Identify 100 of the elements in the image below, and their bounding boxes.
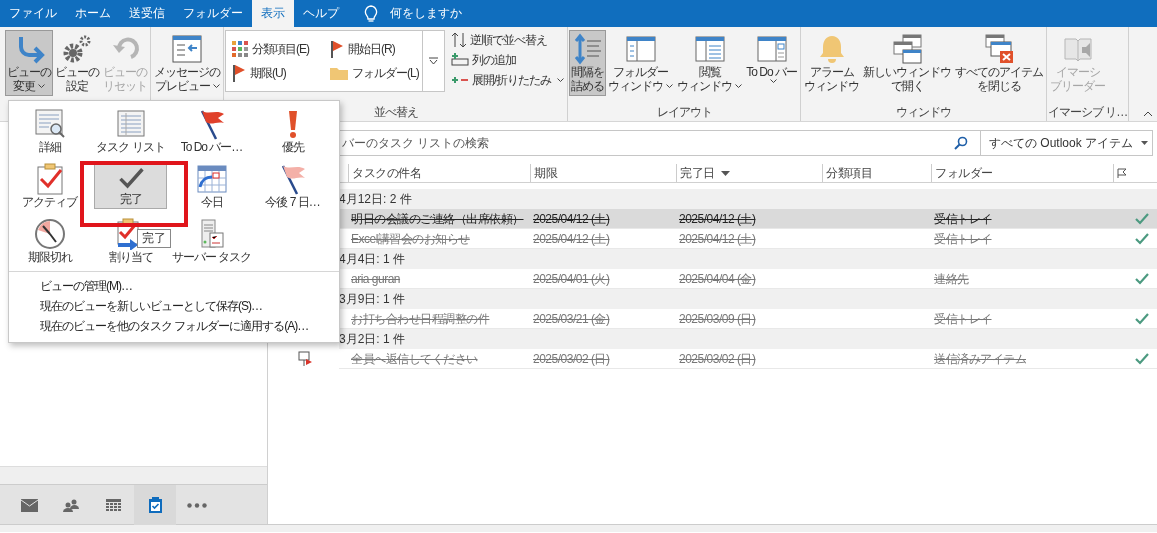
view-option[interactable]: 今後 7 日… xyxy=(252,157,333,212)
list-magnifier-icon xyxy=(33,108,66,140)
lightbulb-icon xyxy=(364,4,378,23)
table-cell-text: 2025/04/01 (火) xyxy=(532,270,611,288)
group-label: レイアウト xyxy=(656,104,712,120)
view-option[interactable]: 今日 xyxy=(171,157,252,212)
clock-icon xyxy=(33,218,66,250)
table-cell-text: 受信トレイ xyxy=(933,230,993,248)
table-cell-text: 受信トレイ xyxy=(933,310,993,328)
view-option[interactable]: 詳細 xyxy=(9,102,90,157)
folder-icon xyxy=(330,66,348,80)
more-icon xyxy=(187,502,207,508)
table-cell-text: 2025/04/12 (土) xyxy=(532,230,611,248)
group-label: イマーシブ リ… xyxy=(1048,104,1128,120)
group-header[interactable]: 3月9日: 1 件 xyxy=(339,289,1157,309)
search-field[interactable]: バーのタスク リストの検索 すべての Outlook アイテム xyxy=(339,130,1153,156)
pane-layout-icon xyxy=(624,33,657,65)
sort-arrows-icon xyxy=(451,32,467,48)
sort-descending-icon xyxy=(720,170,730,176)
ribbon-command[interactable]: 展開/折りたたみ xyxy=(449,70,567,90)
table-cell-text: 明日の会議のご連絡（出席依頼） xyxy=(350,210,525,228)
more-icon xyxy=(429,57,438,65)
task-row[interactable]: 全員へ返信してください 2025/03/02 (日) 2025/03/02 (日) 送信済みアイテム xyxy=(339,349,1157,369)
gallery-item[interactable]: フォルダー(L) xyxy=(352,64,419,82)
collapse-ribbon-icon[interactable] xyxy=(1143,111,1153,117)
table-cell-text: aria guran xyxy=(350,270,402,288)
ribbon-button[interactable]: アラーム ウィンドウ xyxy=(802,30,862,96)
ribbon-tab[interactable]: フォルダー xyxy=(174,0,252,27)
windows-icon xyxy=(891,33,924,65)
table-cell-text: 全員へ返信してください xyxy=(350,350,479,368)
table-cell-text: 2025/04/04 (金) xyxy=(678,270,757,288)
pane-layout-icon xyxy=(693,33,726,65)
view-option[interactable]: アクティブ xyxy=(9,157,90,212)
group-label: ウィンドウ xyxy=(896,104,952,120)
tell-me-search[interactable]: 何をしますか xyxy=(390,0,462,27)
column-header[interactable]: タスクの件名 xyxy=(348,164,530,182)
ribbon-button[interactable]: To Do バー xyxy=(744,30,800,87)
caret-icon xyxy=(1141,141,1148,145)
task-clipboard-icon xyxy=(148,497,162,513)
table-cell-text: 2025/03/21 (金) xyxy=(532,310,611,328)
ribbon-button[interactable]: 新しいウィンドウ で開く xyxy=(861,30,954,96)
table-cell-text: 受信トレイ xyxy=(933,210,993,228)
ribbon-button[interactable]: 間隔を 詰める xyxy=(569,30,607,96)
group-header[interactable]: 3月2日: 1 件 xyxy=(339,329,1157,349)
table-cell-text: Excel講習会のお知らせ xyxy=(350,230,471,248)
table-cell-text: 送信済みアイテム xyxy=(933,350,1027,368)
view-option[interactable]: 完了 xyxy=(94,163,167,209)
gallery-item[interactable]: 分類項目(E) xyxy=(252,40,309,58)
ribbon-tab[interactable]: ファイル xyxy=(0,0,66,27)
group-label: 並べ替え xyxy=(373,104,418,120)
calendar-icon xyxy=(105,498,121,512)
people-icon xyxy=(63,498,79,512)
ribbon-tab[interactable]: ホーム xyxy=(66,0,120,27)
gallery-item[interactable]: 開始日(R) xyxy=(348,40,395,58)
view-option[interactable]: 優先 xyxy=(252,102,333,157)
table-cell-text: 2025/04/12 (土) xyxy=(678,210,757,228)
table-cell-text: 連絡先 xyxy=(933,270,970,288)
ribbon-tab[interactable]: 送受信 xyxy=(120,0,174,27)
column-header[interactable]: 分類項目 xyxy=(822,164,931,182)
view-option[interactable]: タスク リスト xyxy=(90,102,171,157)
table-cell-text: 2025/04/12 (土) xyxy=(678,230,757,248)
mail-icon xyxy=(20,498,38,512)
ribbon-button[interactable]: フォルダー ウィンドウ xyxy=(606,30,676,96)
view-option[interactable]: サーバー タスク xyxy=(171,212,252,267)
ribbon-tab[interactable]: 表示 xyxy=(252,0,294,27)
ribbon-tab[interactable]: ヘルプ xyxy=(294,0,348,27)
table-cell-text: お打ち合わせ日程調整の件 xyxy=(350,310,491,328)
ribbon-button[interactable]: すべてのアイテム を閉じる xyxy=(953,30,1046,96)
flag-icon xyxy=(330,40,344,58)
gears-icon xyxy=(61,33,93,65)
plus-minus-icon xyxy=(451,75,469,85)
flag-icon xyxy=(232,64,246,82)
ribbon-command[interactable]: 列の追加 xyxy=(449,50,567,70)
preview-pane-icon xyxy=(171,33,203,65)
view-option[interactable]: 期限切れ xyxy=(9,212,90,267)
arrangement-gallery[interactable]: 分類項目(E) 開始日(R) 期限(U) フォルダー(L) xyxy=(225,30,423,92)
table-cell-text: 2025/03/02 (日) xyxy=(678,350,757,368)
menu-item[interactable]: 現在のビューを新しいビューとして保存(S)… xyxy=(9,296,262,316)
table-cell-text: 2025/03/02 (日) xyxy=(532,350,611,368)
close-windows-icon xyxy=(983,33,1016,65)
view-option[interactable]: To Do バー… xyxy=(171,102,252,157)
flag-outline-icon[interactable] xyxy=(1117,168,1127,178)
column-header[interactable]: 期限 xyxy=(530,164,676,182)
search-icon[interactable] xyxy=(953,136,968,150)
table-cell-text: 2025/04/12 (土) xyxy=(532,210,611,228)
pane-layout-icon xyxy=(755,33,788,65)
tooltip: 完了 xyxy=(137,229,171,248)
ribbon-button[interactable]: ビューの 設定 xyxy=(53,30,101,96)
column-header[interactable]: 完了日 xyxy=(676,164,822,182)
add-column-icon xyxy=(451,53,469,67)
menu-item[interactable]: ビューの管理(M)… xyxy=(9,276,132,296)
column-header[interactable]: フォルダー xyxy=(931,164,1113,182)
ribbon-button[interactable]: メッセージの プレビュー xyxy=(152,30,222,96)
ribbon-button[interactable]: ビューの 変更 xyxy=(5,30,53,96)
ribbon-command[interactable]: 逆順で並べ替え xyxy=(449,30,567,50)
menu-item[interactable]: 現在のビューを他のタスク フォルダーに適用する(A)… xyxy=(9,316,309,336)
ribbon-button[interactable]: 閲覧 ウィンドウ xyxy=(675,30,745,96)
gallery-item[interactable]: 期限(U) xyxy=(250,64,286,82)
task-row[interactable]: 明日の会議のご連絡（出席依頼） 2025/04/12 (土) 2025/04/12 (土) 受信トレイ xyxy=(339,209,1157,229)
nav-button[interactable] xyxy=(134,485,176,525)
